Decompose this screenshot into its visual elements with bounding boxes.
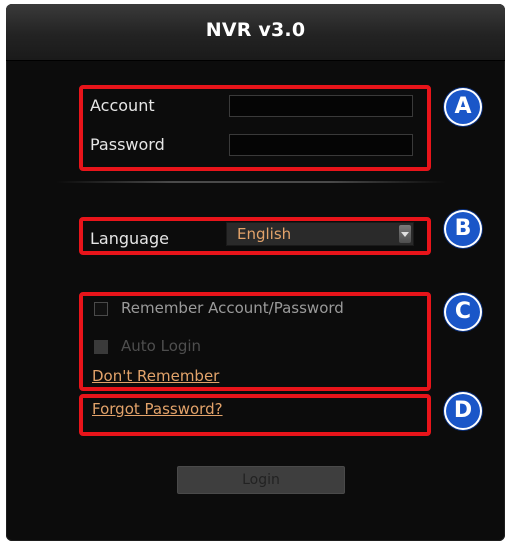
callout-badge-d: D (444, 392, 482, 430)
callout-badge-a: A (444, 88, 482, 126)
callout-box-forgot (79, 394, 431, 436)
login-button[interactable]: Login (177, 466, 345, 494)
callout-badge-c: C (444, 293, 482, 331)
window-title: NVR v3.0 (205, 19, 306, 41)
callout-badge-b: B (444, 210, 482, 248)
section-divider (56, 181, 446, 183)
title-bar: NVR v3.0 (6, 4, 505, 61)
callout-box-options (79, 292, 431, 391)
callout-box-language (79, 217, 431, 255)
callout-box-credentials (79, 85, 431, 171)
